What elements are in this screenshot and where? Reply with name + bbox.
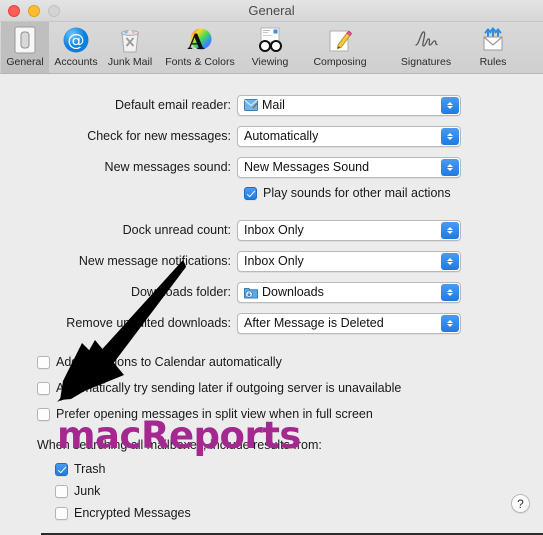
general-settings-pane: Default email reader: Mail Check for new… bbox=[0, 74, 543, 535]
tab-viewing[interactable]: Viewing bbox=[243, 22, 297, 73]
row-dock-unread-count: Dock unread count: Inbox Only bbox=[0, 219, 543, 241]
label-downloads-folder: Downloads folder: bbox=[130, 285, 231, 299]
stepper-new-message-notifications[interactable] bbox=[441, 252, 459, 270]
svg-text:A: A bbox=[187, 29, 205, 54]
value-downloads-folder: Downloads bbox=[262, 285, 324, 299]
row-new-message-notifications: New message notifications: Inbox Only bbox=[0, 250, 543, 272]
row-new-messages-sound: New messages sound: New Messages Sound bbox=[0, 156, 543, 178]
signature-icon bbox=[410, 25, 442, 55]
checkbox-row-play-sounds[interactable]: Play sounds for other mail actions bbox=[244, 184, 451, 202]
popup-new-message-notifications[interactable]: Inbox Only bbox=[237, 250, 461, 272]
tab-fonts-colors-label: Fonts & Colors bbox=[165, 56, 235, 68]
label-trash: Trash bbox=[74, 462, 106, 476]
tab-rules[interactable]: Rules bbox=[469, 22, 517, 73]
checkbox-encrypted-messages[interactable] bbox=[55, 506, 68, 520]
svg-text:@: @ bbox=[68, 31, 85, 51]
tab-accounts[interactable]: @ Accounts bbox=[49, 22, 103, 73]
window-title: General bbox=[248, 3, 295, 18]
tab-signatures-label: Signatures bbox=[400, 56, 452, 68]
label-add-invitations: Add invitations to Calendar automaticall… bbox=[56, 355, 282, 369]
label-new-message-notifications: New message notifications: bbox=[78, 254, 231, 268]
checkbox-row-encrypted-messages[interactable]: Encrypted Messages bbox=[55, 504, 191, 522]
envelope-arrows-icon bbox=[477, 25, 509, 55]
tab-fonts-colors[interactable]: A Fonts & Colors bbox=[157, 22, 243, 73]
mail-general-preferences-window: General General @ Accounts Junk Mail A F… bbox=[0, 0, 543, 535]
tab-composing[interactable]: Composing bbox=[297, 22, 383, 73]
label-encrypted-messages: Encrypted Messages bbox=[74, 506, 191, 520]
label-try-sending-later: Automatically try sending later if outgo… bbox=[56, 381, 402, 395]
checkbox-row-try-sending-later[interactable]: Automatically try sending later if outgo… bbox=[37, 379, 401, 397]
preferences-toolbar: General @ Accounts Junk Mail A Fonts & C… bbox=[0, 22, 543, 74]
row-downloads-folder: Downloads folder: Downloads bbox=[0, 281, 543, 303]
checkbox-play-sounds[interactable] bbox=[244, 186, 257, 200]
stepper-remove-unedited-downloads[interactable] bbox=[441, 314, 459, 332]
tab-viewing-label: Viewing bbox=[251, 56, 289, 68]
checkbox-row-trash[interactable]: Trash bbox=[55, 460, 106, 478]
tab-accounts-label: Accounts bbox=[54, 56, 98, 68]
value-remove-unedited-downloads: After Message is Deleted bbox=[244, 316, 384, 330]
label-dock-unread-count: Dock unread count: bbox=[122, 223, 231, 237]
downloads-folder-icon bbox=[244, 286, 258, 299]
label-search-all-mailboxes: When searching all mailboxes, include re… bbox=[37, 438, 322, 452]
stepper-default-email-reader[interactable] bbox=[441, 96, 459, 114]
tab-composing-label: Composing bbox=[313, 56, 367, 68]
popup-remove-unedited-downloads[interactable]: After Message is Deleted bbox=[237, 312, 461, 334]
value-new-messages-sound: New Messages Sound bbox=[244, 160, 370, 174]
stepper-new-messages-sound[interactable] bbox=[441, 158, 459, 176]
label-prefer-split-view: Prefer opening messages in split view wh… bbox=[56, 407, 373, 421]
row-remove-unedited-downloads: Remove unedited downloads: After Message… bbox=[0, 312, 543, 334]
checkbox-try-sending-later[interactable] bbox=[37, 381, 50, 395]
pencil-paper-icon bbox=[324, 25, 356, 55]
label-default-email-reader: Default email reader: bbox=[114, 98, 231, 112]
checkbox-row-prefer-split-view[interactable]: Prefer opening messages in split view wh… bbox=[37, 405, 373, 423]
general-icon bbox=[9, 25, 41, 55]
tab-rules-label: Rules bbox=[479, 56, 507, 68]
color-wheel-a-icon: A bbox=[184, 25, 216, 55]
label-check-new-messages: Check for new messages: bbox=[87, 129, 231, 143]
checkbox-row-add-invitations[interactable]: Add invitations to Calendar automaticall… bbox=[37, 353, 282, 371]
tab-general-label: General bbox=[6, 56, 44, 68]
popup-new-messages-sound[interactable]: New Messages Sound bbox=[237, 156, 461, 178]
value-new-message-notifications: Inbox Only bbox=[244, 254, 304, 268]
checkbox-prefer-split-view[interactable] bbox=[37, 407, 50, 421]
checkbox-junk[interactable] bbox=[55, 484, 68, 498]
label-play-sounds: Play sounds for other mail actions bbox=[263, 186, 451, 200]
checkbox-trash[interactable] bbox=[55, 462, 68, 476]
value-check-new-messages: Automatically bbox=[244, 129, 319, 143]
popup-dock-unread-count[interactable]: Inbox Only bbox=[237, 219, 461, 241]
tab-signatures[interactable]: Signatures bbox=[383, 22, 469, 73]
stepper-check-new-messages[interactable] bbox=[441, 127, 459, 145]
stepper-dock-unread-count[interactable] bbox=[441, 221, 459, 239]
tab-general[interactable]: General bbox=[1, 22, 49, 73]
title-bar: General bbox=[0, 0, 543, 22]
popup-default-email-reader[interactable]: Mail bbox=[237, 94, 461, 116]
label-junk: Junk bbox=[74, 484, 101, 498]
trash-x-icon bbox=[114, 25, 146, 55]
row-check-new-messages: Check for new messages: Automatically bbox=[0, 125, 543, 147]
checkbox-row-junk[interactable]: Junk bbox=[55, 482, 100, 500]
checkbox-add-invitations[interactable] bbox=[37, 355, 50, 369]
popup-check-new-messages[interactable]: Automatically bbox=[237, 125, 461, 147]
label-remove-unedited-downloads: Remove unedited downloads: bbox=[66, 316, 231, 330]
row-default-email-reader: Default email reader: Mail bbox=[0, 94, 543, 116]
popup-downloads-folder[interactable]: Downloads bbox=[237, 281, 461, 303]
stepper-downloads-folder[interactable] bbox=[441, 283, 459, 301]
value-default-email-reader: Mail bbox=[262, 98, 285, 112]
mail-app-icon bbox=[244, 99, 258, 111]
help-button[interactable]: ? bbox=[511, 494, 530, 513]
at-sign-icon: @ bbox=[60, 25, 92, 55]
tab-junk-mail[interactable]: Junk Mail bbox=[103, 22, 157, 73]
value-dock-unread-count: Inbox Only bbox=[244, 223, 304, 237]
glasses-icon bbox=[254, 25, 286, 55]
label-new-messages-sound: New messages sound: bbox=[104, 160, 231, 174]
tab-junk-mail-label: Junk Mail bbox=[107, 56, 153, 68]
